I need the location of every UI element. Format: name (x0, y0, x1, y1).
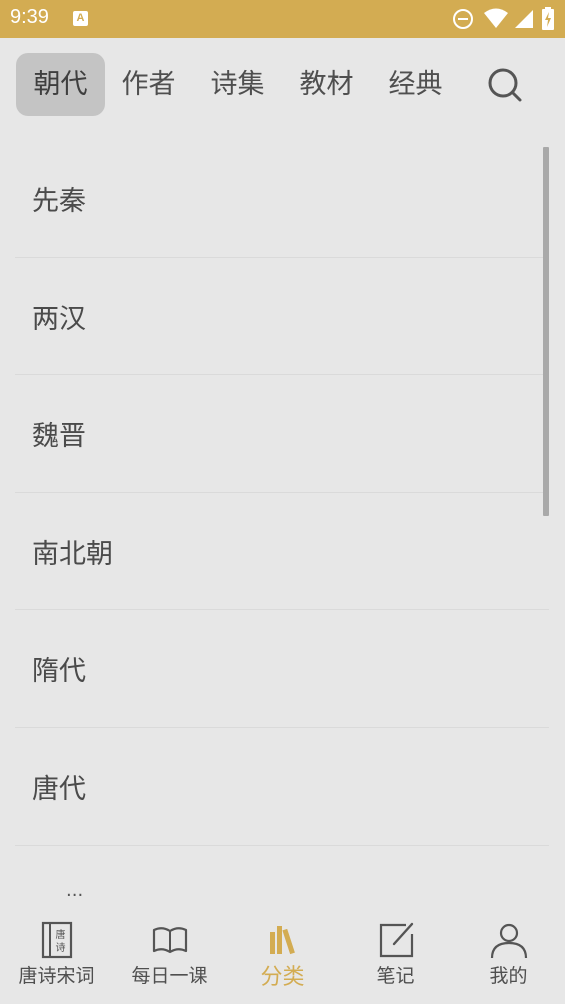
bookshelf-icon (269, 926, 295, 955)
nav-item-poetry[interactable]: 唐 诗 唐诗宋词 (0, 906, 113, 1004)
search-button[interactable] (485, 65, 525, 105)
notification-a-icon: A (73, 11, 88, 26)
nav-item-category[interactable]: 分类 (226, 906, 339, 1004)
tab-author[interactable]: 作者 (104, 53, 193, 116)
edit-note-icon (379, 922, 413, 958)
list-item[interactable]: 两汉 (15, 258, 549, 376)
tab-collection[interactable]: 诗集 (193, 53, 282, 116)
status-time: 9:39 (10, 6, 49, 28)
nav-label: 我的 (489, 965, 528, 987)
list-item-label: 南北朝 (32, 538, 113, 570)
status-bar: 9:39 A (0, 0, 565, 38)
list-item[interactable]: 先秦 (15, 140, 549, 258)
list-item-label: 魏晋 (32, 421, 86, 453)
list-item[interactable]: 南北朝 (15, 493, 549, 611)
list-item-label: 隋代 (32, 656, 86, 688)
list-item[interactable]: 魏晋 (15, 375, 549, 493)
list-item[interactable]: 隋代 (15, 610, 549, 728)
search-icon (488, 68, 522, 102)
nav-label: 每日一课 (131, 965, 208, 987)
open-book-icon (152, 927, 187, 954)
app-screen: 9:39 A 朝代 作者 诗集 教材 经典 先秦 两汉 魏晋 南北朝 隋代 唐代… (0, 0, 565, 1004)
nav-item-notes[interactable]: 笔记 (339, 906, 452, 1004)
list-item-label: 先秦 (32, 186, 86, 217)
list-item[interactable]: 唐代 (15, 728, 549, 846)
list-item-label: 唐代 (32, 773, 86, 805)
dynasty-list: 先秦 两汉 魏晋 南北朝 隋代 唐代 (15, 140, 549, 896)
list-item-label: 两汉 (32, 303, 86, 335)
battery-charging-icon (542, 7, 554, 30)
person-icon (490, 923, 527, 959)
category-tabs: 朝代 作者 诗集 教材 经典 (0, 53, 565, 117)
cell-signal-icon (515, 10, 533, 28)
tab-classic[interactable]: 经典 (371, 53, 460, 116)
nav-label: 分类 (260, 965, 305, 990)
scrollbar[interactable] (543, 147, 549, 516)
do-not-disturb-icon (453, 9, 473, 29)
svg-text:诗: 诗 (55, 941, 65, 954)
tab-dynasty[interactable]: 朝代 (16, 53, 105, 116)
wifi-icon (484, 8, 508, 28)
poetry-book-icon: 唐 诗 (41, 921, 72, 959)
nav-label: 笔记 (376, 965, 415, 987)
tab-textbook[interactable]: 教材 (282, 53, 371, 116)
svg-text:唐: 唐 (55, 928, 65, 941)
bottom-nav: 唐 诗 唐诗宋词 每日一课 分类 笔记 我的 (0, 906, 565, 1004)
nav-label: 唐诗宋词 (18, 965, 95, 987)
nav-item-mine[interactable]: 我的 (452, 906, 565, 1004)
nav-item-daily-lesson[interactable]: 每日一课 (113, 906, 226, 1004)
list-item-partial: ... (66, 880, 84, 901)
